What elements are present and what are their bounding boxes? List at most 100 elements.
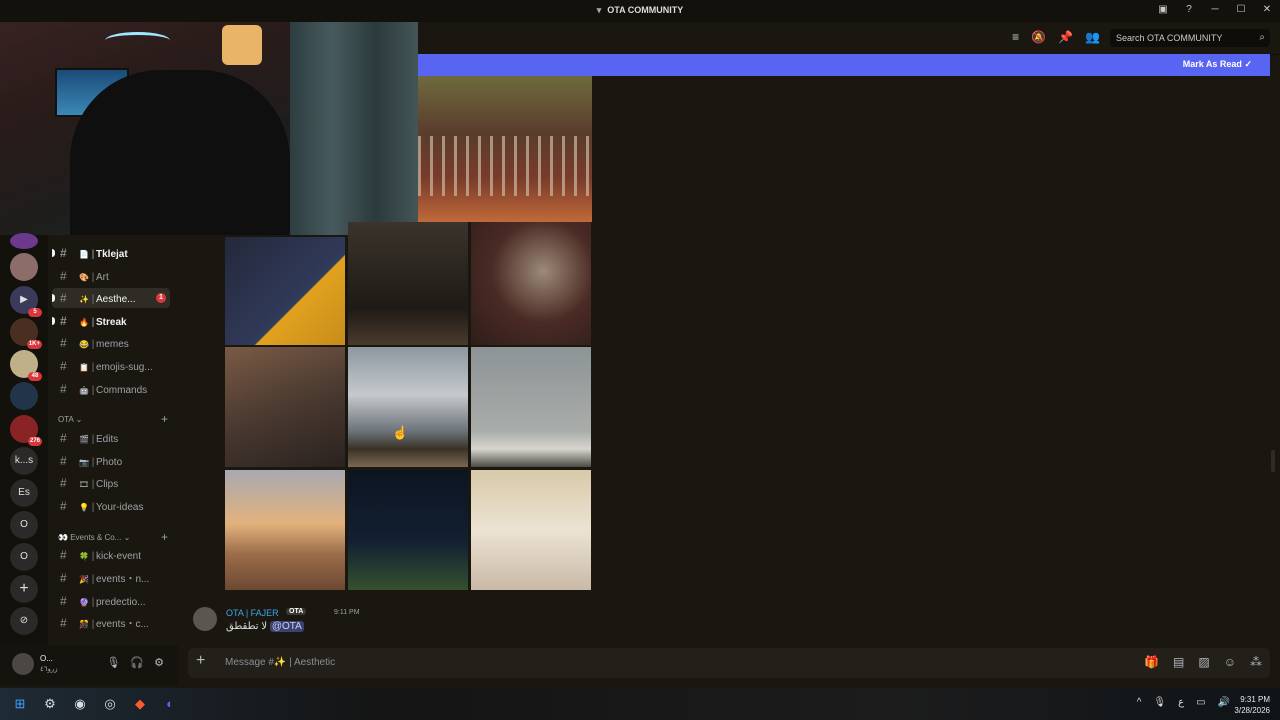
mic-tray-icon[interactable]: 🎙 xyxy=(1153,697,1166,708)
channel-item[interactable]: # 🎞 | Clips xyxy=(52,473,170,493)
channel-item[interactable]: # 🎊 | events・c... xyxy=(52,613,170,633)
help-icon[interactable]: ? xyxy=(1182,4,1196,15)
channel-item[interactable]: # 📷 | Photo xyxy=(52,451,170,471)
header-icons: ≡ 🔕 📌 👥 xyxy=(1012,30,1100,44)
search-input[interactable]: Search OTA COMMUNITY ⌕ xyxy=(1110,29,1270,47)
image-tile[interactable] xyxy=(225,237,345,345)
server-tag: OTA xyxy=(286,608,307,615)
channel-item-active[interactable]: # ✨ | Aesthe... 1 xyxy=(52,288,170,308)
server-icon[interactable]: k...s xyxy=(10,447,38,475)
settings-app-icon[interactable]: ⚙ xyxy=(42,696,58,712)
add-server-button[interactable]: + xyxy=(10,575,38,603)
brave-app-icon[interactable]: ◆ xyxy=(132,696,148,712)
apps-icon[interactable]: ⁂ xyxy=(1250,655,1262,669)
avatar[interactable] xyxy=(193,607,217,631)
webcam-curtain xyxy=(290,0,418,235)
user-controls: 🎙 🎧 ⚙ xyxy=(106,656,164,669)
hash-icon: # xyxy=(60,431,67,445)
channel-item[interactable]: # 🍀 | kick-event xyxy=(52,545,170,565)
channel-item[interactable]: # 🎨 | Art xyxy=(52,266,170,286)
server-icon[interactable] xyxy=(10,382,38,410)
channel-item[interactable]: # 📄 | Tklejat xyxy=(52,243,170,263)
server-icon[interactable]: O xyxy=(10,543,38,571)
image-tile[interactable] xyxy=(225,470,345,590)
emoji-icon[interactable]: ☺ xyxy=(1224,655,1236,669)
unread-indicator xyxy=(52,317,55,325)
message-composer[interactable]: + Message #✨ | Aesthetic 🎁 ▤ ▨ ☺ ⁂ xyxy=(188,648,1270,678)
new-messages-banner[interactable]: Mark As Read ✓ xyxy=(418,54,1270,76)
image-tile[interactable] xyxy=(348,347,468,467)
gear-icon[interactable]: ⚙ xyxy=(154,656,164,669)
channel-item[interactable]: # 📋 | emojis-sug... xyxy=(52,356,170,376)
attach-button[interactable]: + xyxy=(196,652,205,670)
server-icon[interactable]: O xyxy=(10,511,38,539)
image-tile[interactable] xyxy=(471,347,591,467)
taskbar-apps: ⊞ ⚙ ◉ ◎ ◆ ◐ xyxy=(12,696,178,712)
message-input[interactable]: Message #✨ | Aesthetic xyxy=(225,657,335,668)
channel-emoji: ✨ xyxy=(79,295,89,304)
network-icon[interactable]: ▭ xyxy=(1196,697,1205,708)
members-icon[interactable]: 👥 xyxy=(1085,30,1100,44)
sticker-icon[interactable]: ▨ xyxy=(1198,655,1209,669)
server-icon[interactable] xyxy=(10,253,38,281)
channel-item[interactable]: # 🔥 | Streak xyxy=(52,311,170,331)
message: OTA | FAJER OTA 9:11 PM لا تطقطق @OTA xyxy=(178,600,1280,645)
channel-item[interactable]: # 🤖 | Commands xyxy=(52,379,170,399)
add-channel-button[interactable]: + xyxy=(161,530,168,544)
image-tile[interactable] xyxy=(225,347,345,467)
pin-icon[interactable]: 📌 xyxy=(1058,30,1073,44)
maximize-button[interactable]: ☐ xyxy=(1234,4,1248,15)
obs-app-icon[interactable]: ◎ xyxy=(102,696,118,712)
gif-icon[interactable]: ▤ xyxy=(1173,655,1184,669)
windows-start-icon[interactable]: ⊞ xyxy=(12,696,28,712)
language-indicator[interactable]: ع xyxy=(1178,697,1184,708)
message-author[interactable]: OTA | FAJER xyxy=(226,608,279,618)
server-icon[interactable]: 48 xyxy=(10,350,42,381)
clock[interactable]: 9:31 PM 3/28/2026 xyxy=(1234,694,1270,716)
close-button[interactable]: ✕ xyxy=(1260,4,1274,15)
image-tile[interactable] xyxy=(471,470,591,590)
volume-icon[interactable]: 🔊 xyxy=(1218,697,1230,708)
hash-icon: # xyxy=(60,246,67,260)
channel-emoji: 📷 xyxy=(79,458,89,467)
channel-item[interactable]: # 🎬 | Edits xyxy=(52,428,170,448)
server-icon[interactable]: 276 xyxy=(10,415,42,446)
server-icon[interactable]: ▶ 5 xyxy=(10,286,42,317)
headphones-icon[interactable]: 🎧 xyxy=(130,656,144,669)
nitro-icon: ▾ xyxy=(596,5,602,15)
category-ota[interactable]: OTA ⌄ + xyxy=(58,412,168,426)
hash-icon: # xyxy=(60,291,67,305)
mute-bell-icon[interactable]: 🔕 xyxy=(1031,30,1046,44)
image-tile[interactable] xyxy=(348,470,468,590)
server-icon[interactable] xyxy=(10,233,38,249)
minimize-button[interactable]: ─ xyxy=(1208,4,1222,15)
avatar[interactable] xyxy=(12,653,34,675)
image-tile[interactable] xyxy=(471,222,591,345)
server-icon[interactable]: 1K+ xyxy=(10,318,42,349)
steam-app-icon[interactable]: ◉ xyxy=(72,696,88,712)
scrollbar[interactable] xyxy=(1271,450,1275,472)
microphone-icon[interactable]: 🎙 xyxy=(106,656,120,669)
channel-item[interactable]: # 😂 | memes xyxy=(52,333,170,353)
add-channel-button[interactable]: + xyxy=(161,412,168,426)
chevron-up-icon[interactable]: ^ xyxy=(1137,697,1142,708)
channel-item[interactable]: # 🎉 | events・n... xyxy=(52,568,170,588)
carousel-rails xyxy=(418,136,592,196)
server-icon[interactable]: Es xyxy=(10,479,38,507)
mention[interactable]: @OTA xyxy=(269,621,304,632)
discover-button[interactable]: ⊘ xyxy=(10,607,38,635)
threads-icon[interactable]: ≡ xyxy=(1012,30,1019,44)
gift-icon[interactable]: 🎁 xyxy=(1144,655,1159,669)
inbox-icon[interactable]: ▣ xyxy=(1156,4,1170,15)
mark-as-read-button[interactable]: Mark As Read ✓ xyxy=(1183,59,1252,70)
hash-icon: # xyxy=(60,499,67,513)
hash-icon: # xyxy=(60,269,67,283)
category-events[interactable]: 👀 Events & Co... ⌄ + xyxy=(58,530,168,544)
channel-item[interactable]: # 💡 | Your-ideas xyxy=(52,496,170,516)
discord-app-icon[interactable]: ◐ xyxy=(162,696,178,712)
image-carousel[interactable] xyxy=(418,76,592,222)
image-tile[interactable] xyxy=(348,222,468,345)
chevron-down-icon: ⌄ xyxy=(75,415,83,424)
server-badge: 48 xyxy=(28,372,42,381)
channel-item[interactable]: # 🔮 | predectio... xyxy=(52,591,170,611)
